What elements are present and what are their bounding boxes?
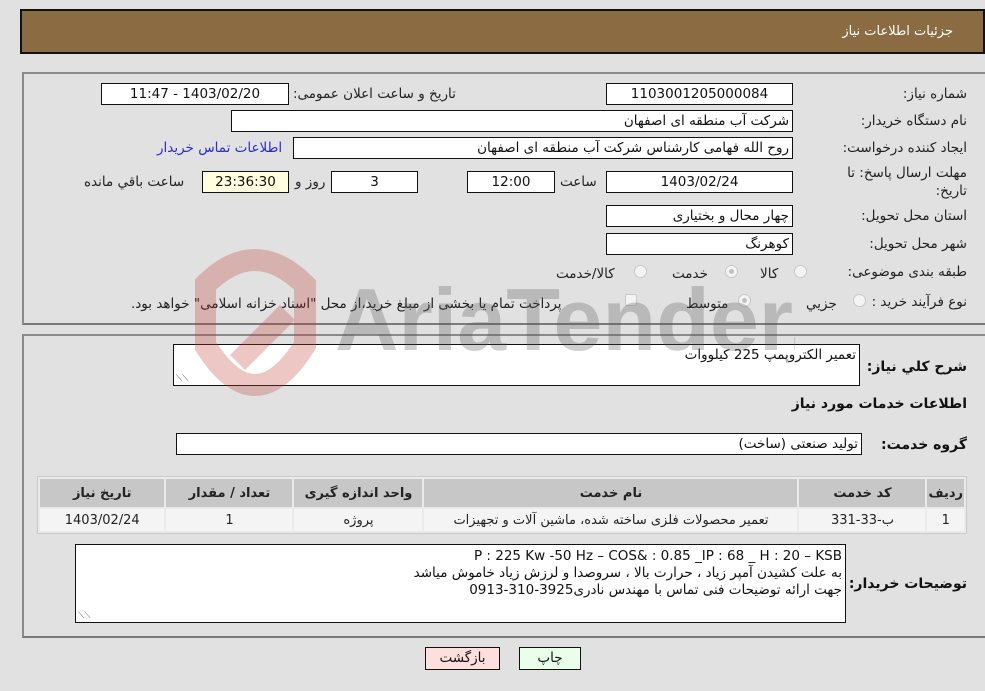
col-header-service-name: نام خدمت bbox=[422, 477, 800, 509]
resize-grip-icon[interactable]: ⟋⟋ bbox=[78, 612, 91, 621]
buyer-org-field: شرکت آب منطقه ای اصفهان bbox=[231, 110, 793, 132]
deadline-date-field: 1403/02/24 bbox=[606, 171, 793, 193]
category-radio-goods[interactable] bbox=[794, 265, 807, 278]
buyer-notes-textarea[interactable]: P : 225 Kw -50 Hz – COS& : 0.85 _IP : 68… bbox=[75, 544, 846, 623]
category-option-goods: کالا bbox=[760, 266, 779, 282]
province-field: چهار محال و بختیاری bbox=[606, 205, 793, 227]
buyer-org-label: نام دستگاه خریدار: bbox=[860, 113, 967, 129]
services-table-wrapper: ردیف کد خدمت نام خدمت واحد اندازه گیری ت… bbox=[37, 476, 967, 534]
service-group-label: گروه خدمت: bbox=[881, 437, 967, 453]
days-label: روز و bbox=[295, 174, 326, 190]
process-radio-minor[interactable] bbox=[853, 294, 866, 307]
col-header-need-date: تاریخ نیاز bbox=[37, 477, 167, 509]
resize-grip-icon[interactable]: ⟋⟋ bbox=[176, 375, 189, 384]
buyer-notes-line-1: P : 225 Kw -50 Hz – COS& : 0.85 _IP : 68… bbox=[473, 548, 842, 564]
cell-quantity: 1 bbox=[164, 507, 295, 533]
remaining-time-label: ساعت باقي مانده bbox=[84, 174, 185, 190]
deadline-label: مهلت ارسال پاسخ: تا تاریخ: bbox=[847, 165, 967, 199]
need-number-label: شماره نیاز: bbox=[902, 86, 967, 102]
page-title: جزئیات اطلاعات نیاز bbox=[842, 24, 953, 39]
cell-row-num: 1 bbox=[925, 507, 966, 533]
city-field: کوهرنگ bbox=[606, 233, 793, 255]
cell-need-date: 1403/02/24 bbox=[37, 507, 167, 533]
requester-field: روح الله فهامی کارشناس شرکت آب منطقه ای … bbox=[293, 137, 793, 159]
cell-unit: پروژه bbox=[292, 507, 425, 533]
table-header-row: ردیف کد خدمت نام خدمت واحد اندازه گیری ت… bbox=[37, 477, 966, 509]
deadline-time-label: ساعت bbox=[560, 174, 597, 190]
remaining-time-field: 23:36:30 bbox=[202, 171, 289, 193]
category-label: طبقه بندی موضوعی: bbox=[847, 264, 967, 280]
back-button[interactable]: بازگشت bbox=[425, 647, 500, 670]
process-option-minor: جزیي bbox=[806, 296, 837, 312]
summary-textarea[interactable]: تعمیر الکتروپمپ 225 کیلووات ⟋⟋ bbox=[173, 344, 860, 386]
page-header: جزئیات اطلاعات نیاز bbox=[20, 9, 985, 54]
treasury-note: پرداخت تمام یا بخشی از مبلغ خرید،از محل … bbox=[131, 296, 562, 312]
process-radio-medium[interactable] bbox=[738, 294, 751, 307]
summary-text: تعمیر الکتروپمپ 225 کیلووات bbox=[684, 347, 856, 363]
print-button[interactable]: چاپ bbox=[519, 647, 581, 670]
province-label: استان محل تحویل: bbox=[861, 208, 967, 224]
purchase-process-label: نوع فرآیند خرید : bbox=[871, 294, 967, 310]
category-option-goods-service: کالا/خدمت bbox=[556, 266, 615, 282]
treasury-checkbox[interactable] bbox=[625, 294, 637, 306]
summary-label: شرح کلي نیاز: bbox=[866, 359, 967, 375]
requester-label: ایجاد کننده درخواست: bbox=[842, 140, 967, 156]
category-option-service: خدمت bbox=[672, 266, 708, 282]
need-number-field: 1103001205000084 bbox=[606, 83, 793, 105]
cell-service-name: تعمیر محصولات فلزی ساخته شده، ماشین آلات… bbox=[422, 507, 800, 533]
buyer-contact-link[interactable]: اطلاعات تماس خریدار bbox=[157, 140, 282, 156]
cell-service-code: ب-33-331 bbox=[797, 507, 928, 533]
service-group-field: تولید صنعتی (ساخت) bbox=[176, 433, 862, 455]
col-header-unit: واحد اندازه گیری bbox=[292, 477, 425, 509]
category-radio-goods-service[interactable] bbox=[634, 265, 647, 278]
process-option-medium: متوسط bbox=[686, 296, 729, 312]
col-header-row-num: ردیف bbox=[925, 477, 966, 509]
city-label: شهر محل تحویل: bbox=[869, 236, 967, 252]
buyer-notes-line-2: به علت کشیدن آمپر زیاد ، حرارت بالا ، سر… bbox=[413, 565, 842, 581]
category-radio-service[interactable] bbox=[725, 265, 738, 278]
services-section-title: اطلاعات خدمات مورد نیاز bbox=[791, 396, 967, 412]
announce-datetime-label: تاریخ و ساعت اعلان عمومی: bbox=[293, 86, 456, 102]
announce-datetime-field: 1403/02/20 - 11:47 bbox=[101, 83, 289, 105]
services-table: ردیف کد خدمت نام خدمت واحد اندازه گیری ت… bbox=[37, 477, 966, 533]
remaining-days-field: 3 bbox=[331, 171, 418, 193]
col-header-quantity: تعداد / مقدار bbox=[164, 477, 295, 509]
table-row: 1 ب-33-331 تعمیر محصولات فلزی ساخته شده،… bbox=[37, 507, 966, 533]
deadline-time-field: 12:00 bbox=[467, 171, 555, 193]
buyer-notes-line-3: جهت ارائه توضیحات فنی تماس با مهندس نادر… bbox=[469, 582, 842, 598]
col-header-service-code: کد خدمت bbox=[797, 477, 928, 509]
buyer-notes-label: توضیحات خریدار: bbox=[848, 576, 967, 592]
